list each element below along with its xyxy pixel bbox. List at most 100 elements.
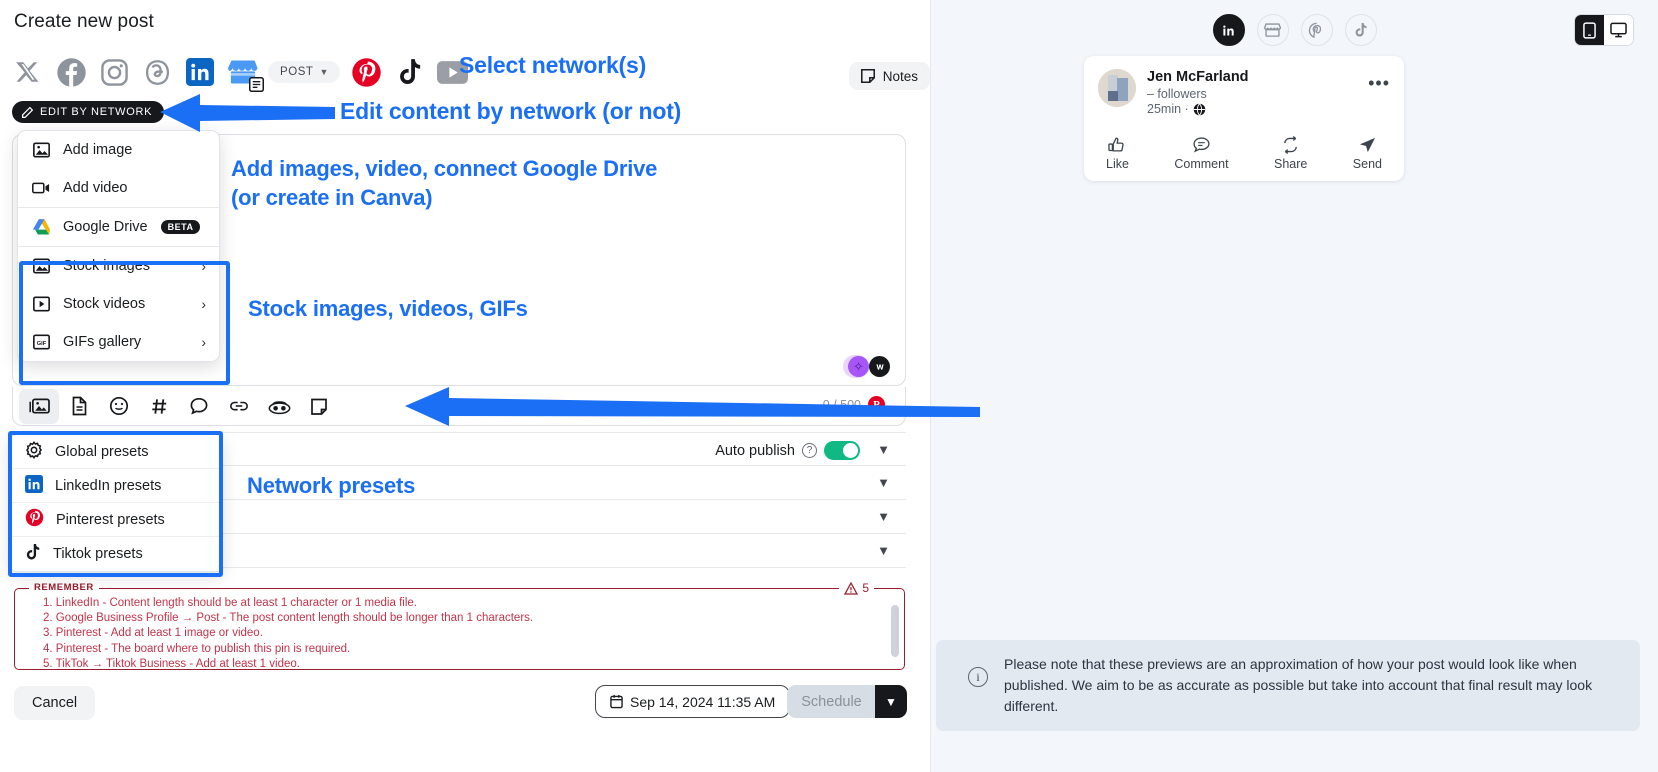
annotation-add-media: Add images, video, connect Google Drive … xyxy=(231,156,658,210)
preview-tab-google-business-profile[interactable] xyxy=(1256,14,1289,46)
writer-assistant-icon[interactable] xyxy=(869,356,890,377)
auto-publish-control: Auto publish ? xyxy=(715,441,860,460)
preview-followers: – followers xyxy=(1147,87,1207,101)
preview-action-label: Send xyxy=(1352,157,1382,171)
preview-network-tabs xyxy=(1212,14,1377,46)
menu-item-gifs-gallery[interactable]: GIF GIFs gallery › xyxy=(18,323,219,361)
chevron-down-icon[interactable]: ▼ xyxy=(871,442,896,457)
preview-author-block: Jen McFarland – followers 25min · xyxy=(1147,69,1249,116)
preview-action-comment[interactable]: Comment xyxy=(1174,136,1229,171)
annotation-network-presets: Network presets xyxy=(247,473,416,498)
network-icon-linkedin[interactable] xyxy=(184,56,216,88)
calendar-icon xyxy=(610,695,623,709)
schedule-button[interactable]: Schedule xyxy=(787,685,876,718)
gif-icon: GIF xyxy=(32,334,50,350)
menu-item-linkedin-presets[interactable]: LinkedIn presets xyxy=(11,469,222,503)
cancel-button[interactable]: Cancel xyxy=(14,686,96,720)
post-type-dropdown[interactable]: POST ▼ xyxy=(268,61,340,83)
menu-item-label: GIFs gallery xyxy=(63,334,142,350)
network-icon-tiktok[interactable] xyxy=(394,56,426,88)
network-icon-google-business-profile[interactable] xyxy=(227,56,264,92)
note-icon xyxy=(860,69,875,83)
auto-publish-label: Auto publish xyxy=(715,442,795,459)
like-icon xyxy=(1108,137,1124,152)
menu-item-label: Stock videos xyxy=(63,296,146,312)
preview-action-share[interactable]: Share xyxy=(1274,136,1307,171)
share-icon xyxy=(1284,136,1298,154)
network-icon-x-twitter[interactable] xyxy=(12,56,44,88)
remember-validation-box: REMEMBER 5 1. LinkedIn - Content length … xyxy=(14,581,905,670)
link-icon[interactable] xyxy=(219,389,259,424)
device-preview-toggle xyxy=(1574,14,1634,46)
menu-item-google-drive[interactable]: Google Drive BETA xyxy=(18,208,219,246)
emoji-icon[interactable] xyxy=(99,389,139,424)
preview-tab-linkedin[interactable] xyxy=(1212,14,1245,46)
remember-item: 2. Google Business Profile → Post - The … xyxy=(43,612,534,625)
menu-item-tiktok-presets[interactable]: Tiktok presets xyxy=(11,537,222,571)
network-icon-facebook[interactable] xyxy=(55,56,87,88)
send-icon xyxy=(1359,137,1375,153)
preview-tab-pinterest[interactable] xyxy=(1300,14,1333,46)
preview-time-label: 25min · xyxy=(1147,102,1189,116)
remember-scrollbar[interactable] xyxy=(891,605,899,657)
notes-button[interactable]: Notes xyxy=(848,62,930,90)
chevron-right-icon: › xyxy=(201,296,206,312)
schedule-options-button[interactable]: ▼ xyxy=(875,685,907,718)
menu-item-label: Stock images xyxy=(63,258,151,274)
menu-item-stock-videos[interactable]: Stock videos › xyxy=(18,285,219,323)
preset-dropdown-menu: Global presets LinkedIn presets Pinteres… xyxy=(10,434,223,572)
ai-assistant-icon[interactable] xyxy=(259,389,299,424)
preview-author-name: Jen McFarland xyxy=(1147,69,1249,85)
preview-tab-tiktok[interactable] xyxy=(1344,14,1377,46)
remember-item: 3. Pinterest - Add at least 1 image or v… xyxy=(43,627,263,640)
schedule-date-button[interactable]: Sep 14, 2024 11:35 AM xyxy=(595,685,791,718)
desktop-icon xyxy=(1610,22,1627,38)
help-icon[interactable]: ? xyxy=(802,443,817,458)
note-icon[interactable] xyxy=(299,389,339,424)
stock-video-icon xyxy=(32,296,50,312)
preview-disclaimer-text: Please note that these previews are an a… xyxy=(1004,656,1593,714)
tiktok-icon xyxy=(25,543,41,565)
auto-publish-toggle[interactable] xyxy=(824,441,860,460)
menu-item-label: Pinterest presets xyxy=(56,511,165,528)
annotation-arrow-toolbar xyxy=(405,387,980,426)
globe-icon xyxy=(1193,102,1205,116)
network-icon-threads[interactable] xyxy=(141,56,173,88)
network-icon-pinterest[interactable] xyxy=(351,56,383,88)
hashtag-icon[interactable] xyxy=(139,389,179,424)
schedule-date-label: Sep 14, 2024 11:35 AM xyxy=(630,693,776,710)
media-icon[interactable] xyxy=(19,388,59,424)
preview-timestamp: 25min · xyxy=(1147,102,1249,116)
annotation-stock: Stock images, videos, GIFs xyxy=(248,296,528,321)
chevron-down-icon[interactable]: ▼ xyxy=(871,543,896,558)
chevron-down-icon[interactable]: ▼ xyxy=(871,475,896,490)
menu-item-pinterest-presets[interactable]: Pinterest presets xyxy=(11,503,222,537)
pinterest-icon xyxy=(25,508,44,531)
desktop-preview-button[interactable] xyxy=(1604,15,1633,45)
edit-by-network-button[interactable]: EDIT BY NETWORK xyxy=(12,101,165,123)
remember-item: 5. TikTok → Tiktok Business - Add at lea… xyxy=(43,657,300,670)
network-selector-row: POST ▼ xyxy=(12,50,469,94)
avatar xyxy=(1098,69,1136,107)
comment-icon[interactable] xyxy=(179,389,219,424)
network-icon-instagram[interactable] xyxy=(98,56,130,88)
menu-item-label: Tiktok presets xyxy=(53,546,143,562)
ai-sparkle-icon[interactable]: ✧ xyxy=(848,356,869,377)
chevron-down-icon[interactable]: ▼ xyxy=(871,509,896,524)
preview-action-send[interactable]: Send xyxy=(1353,136,1382,171)
menu-item-label: Global presets xyxy=(55,443,149,460)
media-dropdown-menu: Add image Add video Google Drive BETA St… xyxy=(17,130,220,362)
mobile-preview-button[interactable] xyxy=(1575,15,1604,45)
linkedin-icon xyxy=(25,474,43,497)
preview-more-options[interactable]: ••• xyxy=(1368,73,1390,94)
menu-item-add-image[interactable]: Add image xyxy=(18,131,219,169)
warning-count: 5 xyxy=(839,581,874,595)
menu-item-global-presets[interactable]: Global presets xyxy=(11,435,222,469)
preview-action-like[interactable]: Like xyxy=(1106,136,1129,171)
document-icon[interactable] xyxy=(59,389,99,424)
preview-disclaimer: i Please note that these previews are an… xyxy=(936,640,1640,731)
menu-item-add-video[interactable]: Add video xyxy=(18,169,219,207)
preview-action-label: Comment xyxy=(1174,157,1229,171)
menu-item-stock-images[interactable]: Stock images › xyxy=(18,247,219,285)
beta-badge: BETA xyxy=(160,220,201,234)
